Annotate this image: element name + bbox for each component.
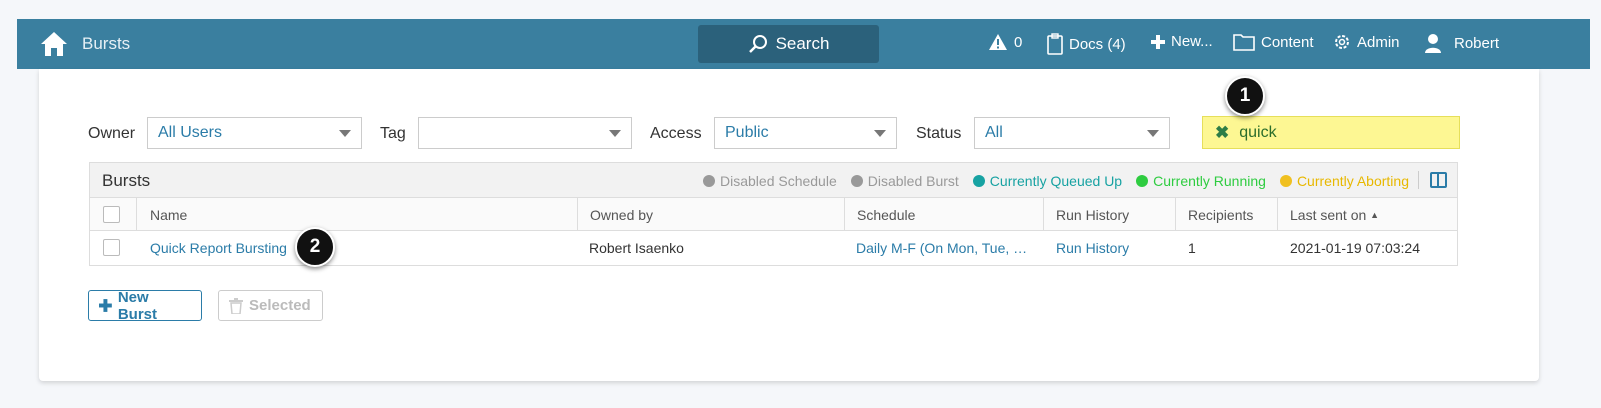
- status-dot-icon: [850, 175, 863, 187]
- column-header-schedule[interactable]: Schedule: [844, 198, 1043, 231]
- delete-selected-button[interactable]: Selected: [218, 290, 323, 321]
- column-header-last-sent[interactable]: Last sent on ▲: [1277, 198, 1457, 231]
- legend-currently-queued: Currently Queued Up: [972, 173, 1122, 189]
- clear-search-icon[interactable]: ✖: [1215, 123, 1229, 143]
- app-title: Bursts: [82, 34, 131, 53]
- search-icon: [748, 35, 767, 53]
- user-menu[interactable]: Robert: [1424, 33, 1499, 53]
- access-filter-label: Access: [650, 125, 702, 142]
- plus-icon: [1151, 34, 1165, 49]
- status-dot-icon: [1136, 175, 1149, 187]
- chevron-down-icon: [1147, 130, 1159, 137]
- column-header-name[interactable]: Name: [136, 198, 577, 231]
- legend-currently-running: Currently Running: [1136, 173, 1266, 189]
- admin-button[interactable]: Admin: [1333, 33, 1400, 51]
- user-icon: [1425, 34, 1441, 53]
- column-header-owned-by[interactable]: Owned by: [577, 198, 844, 231]
- trash-icon: [229, 297, 243, 314]
- access-select[interactable]: Public: [714, 117, 897, 149]
- bursts-panel: Owner All Users Tag Access Public Status…: [39, 69, 1539, 381]
- row-checkbox[interactable]: [103, 239, 120, 256]
- chevron-down-icon: [874, 130, 886, 137]
- table-header-row: Name Owned by Schedule Run History Recip…: [90, 198, 1457, 231]
- delete-selected-label: Selected: [249, 297, 311, 314]
- status-filter-label: Status: [916, 125, 962, 142]
- column-header-run-history[interactable]: Run History: [1043, 198, 1175, 231]
- burst-owner: Robert Isaenko: [589, 240, 684, 256]
- burst-last-sent: 2021-01-19 07:03:24: [1290, 240, 1420, 256]
- new-burst-label: New Burst: [117, 288, 157, 323]
- status-select[interactable]: All: [974, 117, 1170, 149]
- chevron-down-icon: [609, 130, 621, 137]
- column-header-recipients[interactable]: Recipients: [1175, 198, 1277, 231]
- status-dot-icon: [1279, 175, 1292, 187]
- owner-select[interactable]: All Users: [147, 117, 362, 149]
- top-navigation-bar: Bursts Search 0 Docs (4) New... Content …: [17, 19, 1590, 69]
- burst-recipients: 1: [1188, 240, 1196, 256]
- search-button-label: Search: [775, 34, 830, 53]
- owner-filter-label: Owner: [88, 125, 136, 142]
- folder-icon: [1233, 34, 1255, 51]
- clipboard-icon: [1047, 33, 1063, 55]
- sort-ascending-icon: ▲: [1370, 210, 1380, 220]
- table-title-bar: Bursts Disabled Schedule Disabled Burst …: [90, 163, 1457, 198]
- access-select-value: Public: [725, 124, 769, 141]
- select-all-checkbox[interactable]: [103, 206, 120, 223]
- callout-badge-2: 2: [295, 227, 335, 267]
- new-button[interactable]: New...: [1151, 33, 1213, 50]
- search-filter-value: quick: [1239, 123, 1277, 141]
- new-label: New...: [1171, 33, 1213, 50]
- run-history-link[interactable]: Run History: [1056, 240, 1171, 256]
- admin-label: Admin: [1357, 33, 1400, 51]
- gear-icon: [1335, 35, 1349, 49]
- chevron-down-icon: [339, 130, 351, 137]
- legend-disabled-schedule: Disabled Schedule: [703, 173, 837, 189]
- alerts-button[interactable]: 0: [988, 33, 1022, 51]
- alerts-count: 0: [1014, 33, 1023, 51]
- tag-filter-label: Tag: [380, 125, 406, 142]
- docs-label: Docs (4): [1069, 35, 1126, 53]
- status-dot-icon: [972, 175, 985, 187]
- burst-name-link[interactable]: Quick Report Bursting: [150, 240, 570, 256]
- last-sent-header-label: Last sent on: [1290, 207, 1367, 223]
- status-legend: Disabled Schedule Disabled Burst Current…: [703, 173, 1409, 189]
- warning-icon: [989, 34, 1007, 50]
- user-label: Robert: [1454, 34, 1500, 52]
- legend-currently-aborting: Currently Aborting: [1279, 173, 1409, 189]
- content-button[interactable]: Content: [1233, 33, 1314, 51]
- burst-schedule-link[interactable]: Daily M-F (On Mon, Tue, Wed, Thu, Fri): [856, 240, 1028, 256]
- status-dot-icon: [703, 175, 715, 187]
- legend-disabled-burst: Disabled Burst: [850, 173, 959, 189]
- table-title: Bursts: [102, 171, 151, 190]
- new-burst-button[interactable]: New Burst: [88, 288, 202, 323]
- docs-button[interactable]: Docs (4): [1047, 33, 1126, 55]
- search-filter-field[interactable]: ✖ quick: [1202, 116, 1460, 149]
- search-button[interactable]: Search: [698, 25, 879, 63]
- tag-select[interactable]: [418, 117, 632, 149]
- status-select-value: All: [985, 124, 1003, 141]
- owner-select-value: All Users: [158, 124, 223, 141]
- content-label: Content: [1261, 33, 1314, 51]
- legend-divider: [1418, 171, 1419, 189]
- plus-icon: [99, 299, 112, 312]
- home-icon[interactable]: [39, 30, 69, 58]
- column-toggle-icon[interactable]: [1430, 172, 1447, 188]
- callout-badge-1: 1: [1225, 76, 1265, 116]
